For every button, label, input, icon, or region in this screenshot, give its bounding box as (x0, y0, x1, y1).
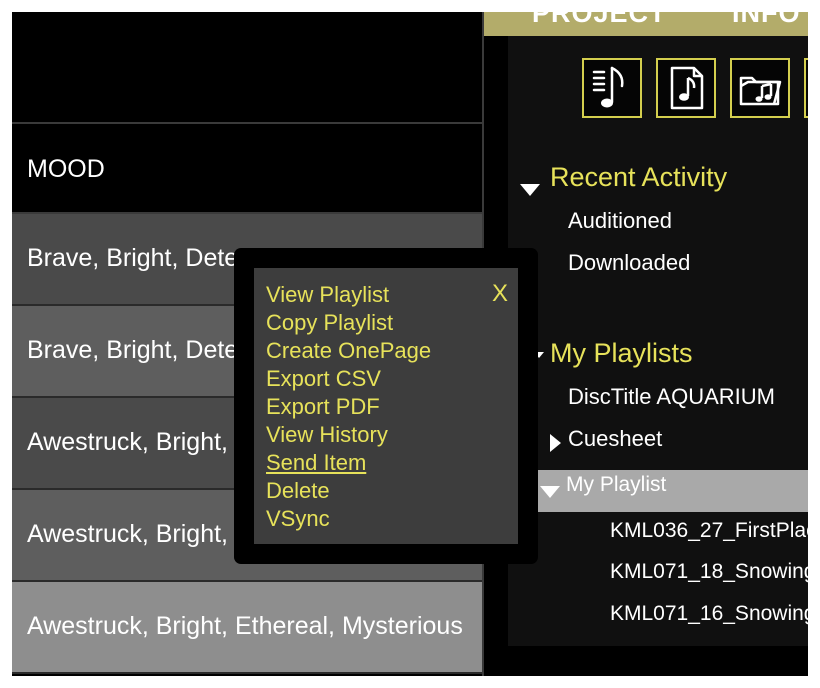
menu-item-create-onepage[interactable]: Create OnePage (266, 338, 431, 364)
recent-activity-auditioned[interactable]: Auditioned (568, 208, 672, 234)
playlist-cuesheet[interactable]: Cuesheet (568, 426, 662, 452)
context-menu: X View Playlist Copy Playlist Create One… (234, 248, 538, 564)
expand-triangle-icon[interactable] (520, 184, 540, 196)
music-note-button[interactable] (582, 58, 642, 118)
expand-triangle-icon[interactable] (540, 486, 560, 498)
playlist-track[interactable]: KML071_18_Snowing (610, 560, 808, 584)
mood-column-header[interactable]: MOOD (12, 122, 482, 214)
playlist-track[interactable]: KML036_27_FirstPlace (610, 519, 808, 543)
menu-item-export-pdf[interactable]: Export PDF (266, 394, 380, 420)
mood-cell: Awestruck, Bright, Ethereal, Mysterious (27, 612, 463, 640)
playlist-disctitle-aquarium[interactable]: DiscTitle AQUARIUM (568, 384, 775, 410)
context-menu-body: X View Playlist Copy Playlist Create One… (254, 268, 518, 544)
mood-header-label: MOOD (27, 155, 105, 183)
menu-item-view-history[interactable]: View History (266, 422, 388, 448)
menu-item-copy-playlist[interactable]: Copy Playlist (266, 310, 393, 336)
recent-activity-title[interactable]: Recent Activity (550, 162, 727, 193)
tab-bar: PROJECT INFO (484, 12, 808, 36)
tab-project[interactable]: PROJECT (532, 12, 667, 29)
menu-item-export-csv[interactable]: Export CSV (266, 366, 381, 392)
collapse-triangle-icon[interactable] (550, 434, 561, 452)
panel-icon-button[interactable] (804, 58, 808, 118)
music-note-icon (592, 66, 624, 108)
music-folder-icon (739, 76, 782, 106)
app-window: MOOD Brave, Bright, Determined Brave, Br… (12, 12, 808, 676)
menu-item-view-playlist[interactable]: View Playlist (266, 282, 389, 308)
music-folder-button[interactable] (730, 58, 790, 118)
tab-info[interactable]: INFO (732, 12, 801, 29)
my-playlists-title[interactable]: My Playlists (550, 338, 693, 369)
close-button[interactable]: X (492, 280, 508, 308)
playlist-track[interactable]: KML071_16_Snowing (610, 602, 808, 626)
table-row[interactable]: Awestruck, Bright, Ethereal, Mysterious (12, 582, 482, 674)
menu-item-delete[interactable]: Delete (266, 478, 330, 504)
menu-item-vsync[interactable]: VSync (266, 506, 330, 532)
music-document-icon (670, 66, 704, 110)
menu-item-send-item[interactable]: Send Item (266, 450, 366, 476)
music-document-button[interactable] (656, 58, 716, 118)
recent-activity-downloaded[interactable]: Downloaded (568, 250, 690, 276)
playlist-my-playlist[interactable]: My Playlist (566, 473, 666, 497)
